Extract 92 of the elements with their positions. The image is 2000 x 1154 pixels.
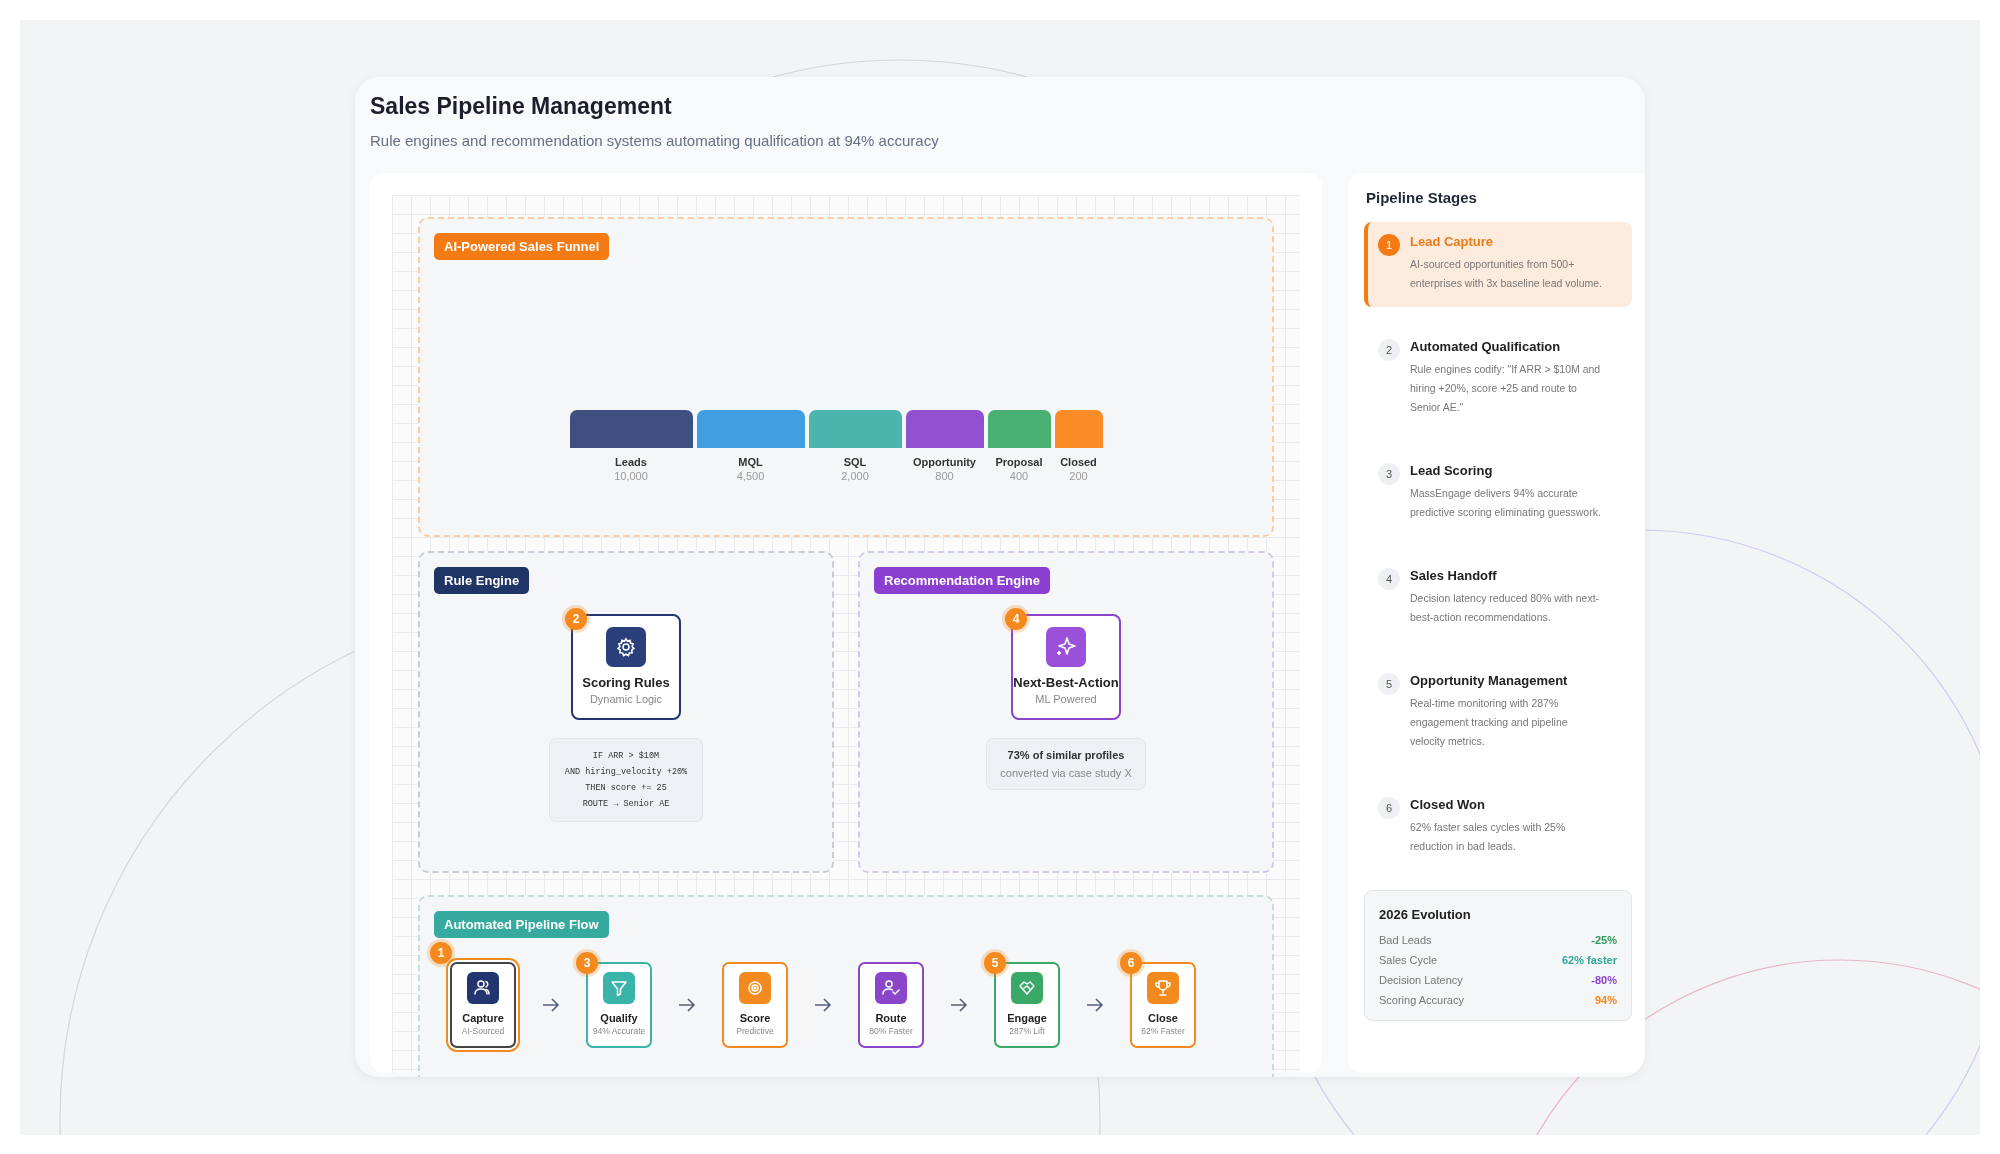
users-icon [467,972,499,1004]
step-badge: 6 [1120,952,1142,974]
stage-item[interactable]: 2 Automated Qualification Rule engines codify: "If ARR > $10M and hiring +20%, score +25 and route to Senior AE." [1364,327,1632,431]
stage-value: 4,500 [736,470,765,482]
stage-label: Leads [615,456,647,468]
step-label: Score [739,1012,771,1024]
stage-number: 4 [1378,568,1400,590]
stage-title: Opportunity Management [1410,673,1569,688]
stage-label: Opportunity [913,456,976,468]
insight-note: converted via case study X [1000,767,1132,779]
code-line: AND hiring_velocity +20% [564,767,688,777]
section-tag: Recommendation Engine [874,567,1051,594]
stage-item[interactable]: 6 Closed Won 62% faster sales cycles with 25% reduction in bad leads. [1364,785,1632,870]
section-tag: Automated Pipeline Flow [434,911,609,938]
step-note: 287% Lift [1009,1026,1045,1036]
arrow-icon [1086,998,1104,1012]
section-tag: Rule Engine [434,567,530,594]
node-title: Next-Best-Action [1013,675,1119,690]
insight-text: 73% of similar profiles [1007,749,1125,761]
page-title: Sales Pipeline Management [370,93,673,120]
step-badge: 3 [576,952,598,974]
stage-title: Closed Won [1410,797,1486,812]
metric-value: -25% [1591,934,1617,946]
filter-icon [603,972,635,1004]
stage-description: Decision latency reduced 80% with next-best-action recommendations. [1410,591,1601,625]
metric-label: Decision Latency [1379,974,1463,986]
step-note: Predictive [736,1026,774,1036]
step-note: AI-Sourced [461,1026,505,1036]
stage-title: Automated Qualification [1410,339,1562,354]
node-title: Scoring Rules [582,675,670,690]
step-badge: 2 [565,608,587,630]
step-label: Close [1148,1012,1178,1024]
stage-label: SQL [843,456,867,468]
stage-title: Sales Handoff [1410,568,1498,583]
stage-description: Real-time monitoring with 287% engagement tracking and pipeline velocity metrics. [1410,696,1569,749]
trophy-icon [1147,972,1179,1004]
stage-item[interactable]: 5 Opportunity Management Real-time monitoring with 287% engagement tracking and pipeline velocity metrics. [1364,661,1632,765]
step-badge: 1 [430,942,452,964]
stage-title: Lead Capture [1410,234,1495,249]
step-note: 62% Faster [1141,1026,1185,1036]
arrow-icon [678,998,696,1012]
node-subtitle: Dynamic Logic [589,693,663,705]
stage-number: 6 [1378,797,1400,819]
stage-value: 200 [1069,470,1088,482]
metric-value: -80% [1591,974,1617,986]
node-subtitle: ML Powered [1035,693,1097,705]
step-label: Capture [462,1012,504,1024]
arrow-icon [542,998,560,1012]
stage-label: Proposal [995,456,1043,468]
stage-description: 62% faster sales cycles with 25% reduction in bad leads. [1410,820,1567,854]
evolution-title: 2026 Evolution [1379,907,1472,922]
metric-value: 94% [1594,994,1617,1006]
stage-description: AI-sourced opportunities from 500+ enterprises with 3x baseline lead volume. [1410,257,1604,291]
stage-label: Closed [1060,456,1097,468]
sparkle-icon [1046,627,1086,667]
arrow-icon [814,998,832,1012]
section-tag: AI-Powered Sales Funnel [434,233,610,260]
stage-number: 5 [1378,673,1400,695]
step-label: Engage [1007,1012,1047,1024]
stage-description: MassEngage delivers 94% accurate predictive scoring eliminating guesswork. [1410,486,1602,520]
metric-label: Scoring Accuracy [1379,994,1464,1006]
sidebar-title: Pipeline Stages [1366,189,1478,206]
code-line: ROUTE → Senior AE [582,799,670,809]
stage-item[interactable]: 1 Lead Capture AI-sourced opportunities from 500+ enterprises with 3x baseline lead volume. [1364,222,1632,307]
step-label: Route [875,1012,907,1024]
target-icon [739,972,771,1004]
stage-label: MQL [738,456,763,468]
metric-label: Bad Leads [1379,934,1432,946]
stage-value: 2,000 [841,470,869,482]
stage-number: 3 [1378,463,1400,485]
stage-title: Lead Scoring [1410,463,1494,478]
gear-icon [606,627,646,667]
step-badge: 5 [984,952,1006,974]
stage-item[interactable]: 3 Lead Scoring MassEngage delivers 94% accurate predictive scoring eliminating guesswork. [1364,451,1632,536]
metric-label: Sales Cycle [1379,954,1438,966]
stage-description: Rule engines codify: "If ARR > $10M and hiring +20%, score +25 and route to Senior AE." [1410,362,1602,415]
step-badge: 4 [1005,608,1027,630]
step-label: Qualify [600,1012,638,1024]
arrow-icon [950,998,968,1012]
code-line: IF ARR > $10M [592,751,660,761]
page-subtitle: Rule engines and recommendation systems automating qualification at 94% accuracy [370,132,940,149]
stage-value: 10,000 [614,470,648,482]
step-note: 80% Faster [869,1026,913,1036]
stage-number: 2 [1378,339,1400,361]
stage-item[interactable]: 4 Sales Handoff Decision latency reduced 80% with next-best-action recommendations. [1364,556,1632,641]
stage-number: 1 [1378,234,1400,256]
code-line: THEN score += 25 [585,783,667,793]
stage-value: 400 [1009,470,1029,482]
stage-value: 800 [935,470,954,482]
step-note: 94% Accurate [592,1026,646,1036]
user-check-icon [875,972,907,1004]
metric-value: 62% faster [1561,954,1617,966]
